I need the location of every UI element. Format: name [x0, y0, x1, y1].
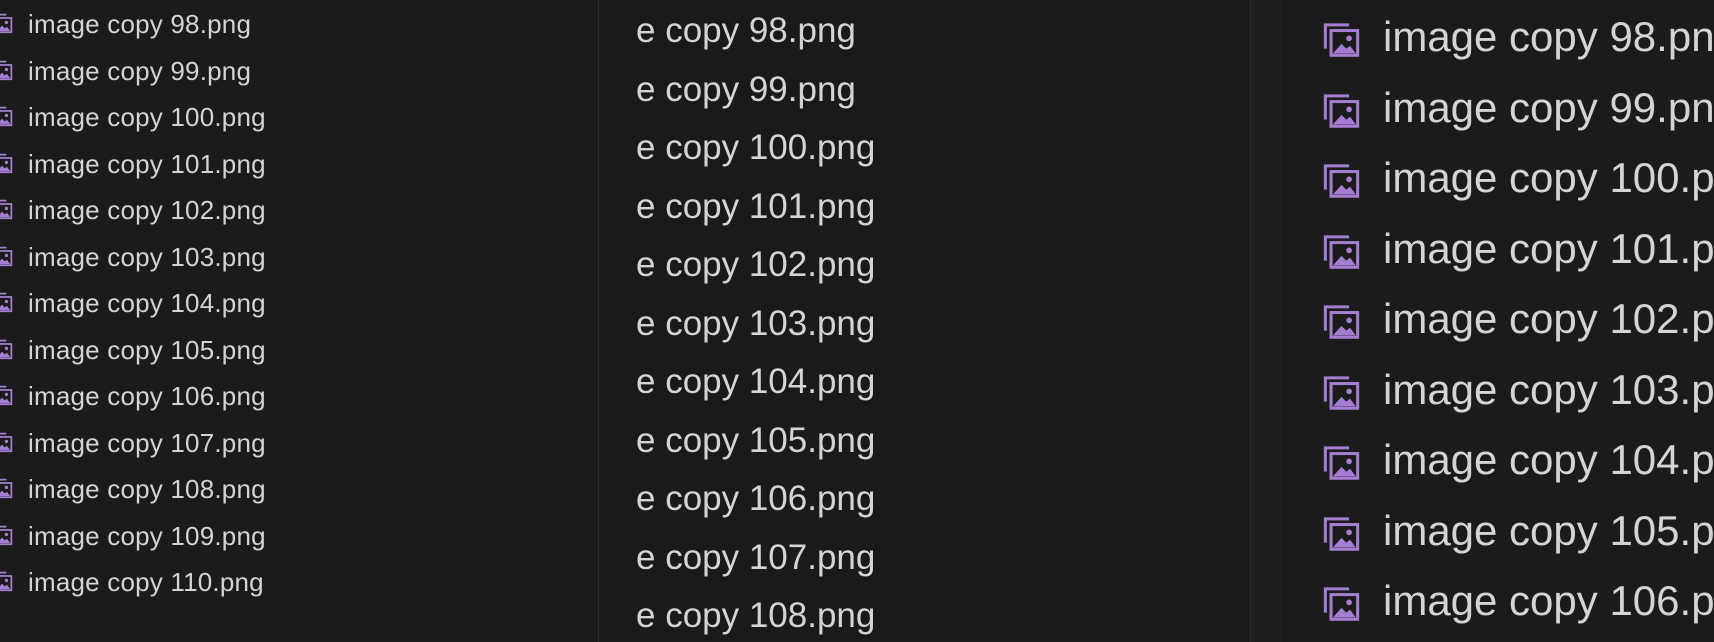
image-file-icon — [0, 525, 13, 545]
image-file-icon — [1323, 23, 1360, 57]
file-name-label: image copy 104.png — [28, 288, 266, 318]
file-name-label: e copy 100.png — [636, 128, 876, 167]
file-name-label: e copy 105.png — [636, 420, 876, 460]
image-file-icon — [0, 246, 13, 266]
image-file-icon — [1323, 164, 1360, 198]
file-name-label: image copy 107.png — [28, 427, 266, 458]
file-name-label: image copy 104.png — [1383, 436, 1714, 483]
image-file-icon — [0, 432, 13, 452]
file-name-label: e copy 104.png — [636, 362, 876, 401]
file-name-label: image copy 98.png — [28, 9, 252, 39]
image-file-icon — [0, 153, 13, 173]
panel-gutter — [1251, 0, 1281, 642]
file-name-label: e copy 101.png — [636, 186, 876, 226]
file-name-label: e copy 102.png — [636, 245, 876, 284]
file-name-label: image copy 109.png — [28, 520, 266, 551]
image-file-icon — [1323, 516, 1360, 551]
file-list-zoom-large: image copy 98.png image copy 99.png image … — [1251, 0, 1714, 642]
image-file-icon — [0, 106, 13, 127]
file-name-label: image copy 103.png — [1383, 365, 1714, 413]
file-name-label: image copy 108.png — [28, 474, 266, 504]
file-name-label: image copy 99.png — [1383, 83, 1714, 131]
image-file-icon — [0, 13, 13, 34]
file-name-label: e copy 108.png — [636, 596, 876, 635]
image-file-icon — [1323, 234, 1360, 269]
image-file-icon — [1323, 446, 1360, 480]
image-file-icon — [0, 60, 13, 80]
image-file-icon — [0, 571, 13, 592]
image-file-icon — [1323, 375, 1360, 410]
file-name-label: image copy 105.png — [1383, 506, 1714, 554]
image-file-icon — [0, 478, 13, 499]
file-name-label: e copy 107.png — [636, 537, 876, 577]
image-file-icon — [0, 292, 13, 313]
file-name-label: image copy 99.png — [28, 55, 252, 86]
file-list-zoom-small: image copy 98.png image copy 99.png image … — [0, 0, 598, 642]
file-name-label: image copy 100.png — [28, 102, 266, 132]
file-name-label: image copy 100.png — [1383, 154, 1714, 201]
image-file-icon — [1323, 93, 1360, 128]
file-name-label: image copy 102.png — [28, 195, 266, 225]
file-name-label: image copy 103.png — [28, 241, 266, 272]
file-name-label: e copy 99.png — [636, 69, 856, 109]
file-name-label: image copy 106.png — [28, 381, 266, 411]
image-file-icon — [0, 199, 13, 220]
image-file-icon — [1323, 305, 1360, 339]
panel-gutter — [599, 0, 623, 642]
screenshot-stage: image copy 98.png image copy 99.png image … — [0, 0, 1714, 642]
file-name-label: image copy 98.png — [1383, 13, 1714, 60]
file-name-label: image copy 101.png — [1383, 224, 1714, 272]
file-name-label: e copy 103.png — [636, 303, 876, 343]
image-file-icon — [0, 339, 13, 359]
file-name-label: image copy 102.png — [1383, 295, 1714, 342]
file-list-zoom-medium: e copy 98.png e copy 99.png e copy 100.png… — [599, 0, 1250, 642]
file-name-label: image copy 110.png — [28, 567, 264, 597]
image-file-icon — [1323, 587, 1360, 621]
file-name-label: image copy 105.png — [28, 334, 266, 365]
file-name-label: e copy 106.png — [636, 479, 876, 518]
file-name-label: image copy 106.png — [1383, 577, 1714, 624]
file-name-label: image copy 101.png — [28, 148, 266, 179]
image-file-icon — [0, 385, 13, 406]
file-name-label: e copy 98.png — [636, 11, 856, 50]
